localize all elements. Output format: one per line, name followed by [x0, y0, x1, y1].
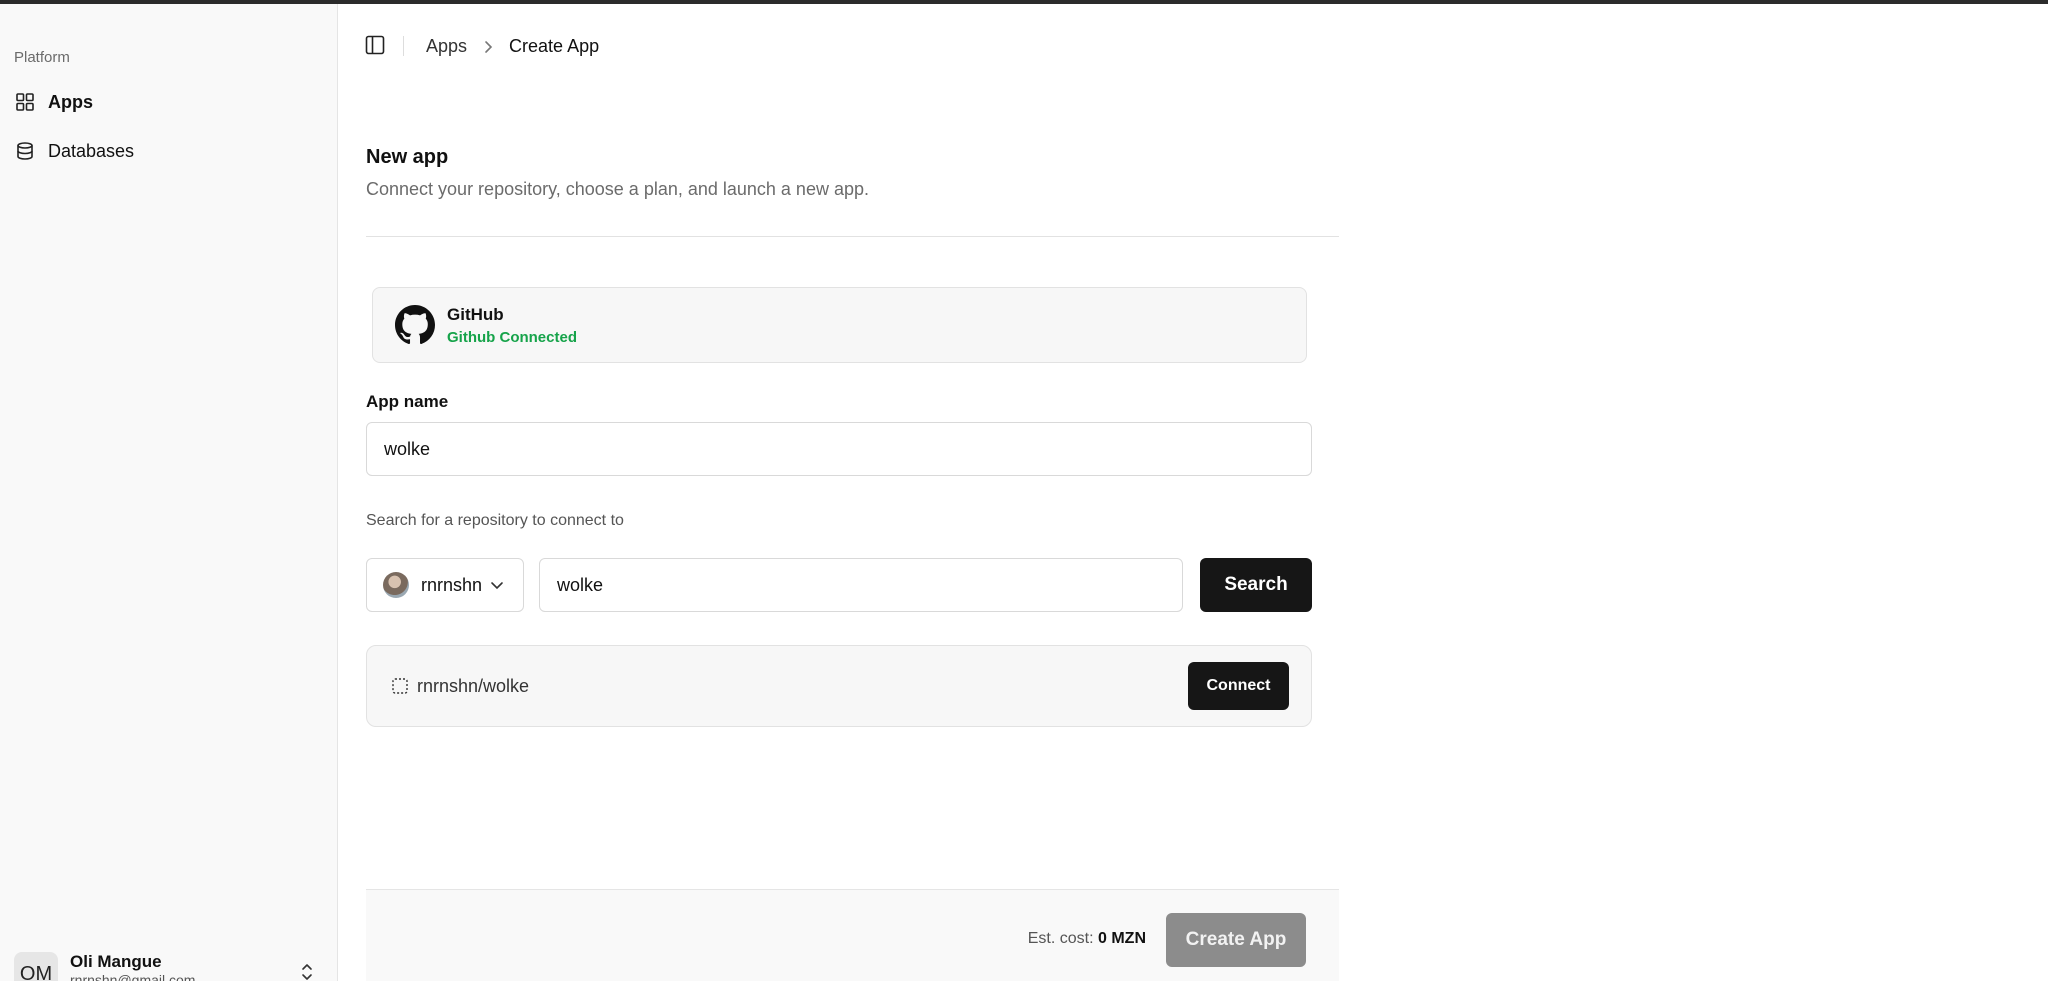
user-email: rnrnshn@gmail.com [70, 972, 196, 981]
header-divider [403, 36, 404, 56]
owner-select-value: rnrnshn [421, 574, 483, 595]
owner-avatar [383, 572, 409, 598]
github-label: GitHub [447, 304, 504, 324]
breadcrumb-current: Create App [509, 36, 600, 56]
page-subtitle: Connect your repository, choose a plan, … [366, 179, 869, 199]
chevron-right-icon [483, 40, 493, 54]
breadcrumb-apps[interactable]: Apps [426, 36, 467, 57]
search-button[interactable]: Search [1200, 558, 1312, 612]
sidebar: Platform Apps Databases OM Oli Mangue rn… [0, 4, 338, 981]
user-menu[interactable]: OM Oli Mangue rnrnshn@gmail.com [14, 948, 324, 981]
cost-value: 0 MZN [1098, 930, 1146, 947]
github-icon [395, 305, 435, 345]
github-connection-card: GitHub Github Connected [372, 287, 1307, 363]
sidebar-section-label: Platform [14, 49, 70, 66]
repo-result-row: rnrnshn/wolke Connect [366, 645, 1312, 727]
repo-search-input[interactable] [539, 558, 1183, 612]
user-name: Oli Mangue [70, 952, 162, 971]
sidebar-item-apps[interactable]: Apps [14, 85, 324, 119]
repository-icon [391, 677, 409, 695]
section-divider [366, 236, 1339, 237]
app-name-label: App name [366, 392, 449, 411]
database-icon [14, 140, 36, 162]
estimated-cost: Est. cost: 0 MZN [1028, 930, 1146, 948]
page-title: New app [366, 146, 449, 168]
create-app-button[interactable]: Create App [1166, 913, 1306, 967]
breadcrumb: Apps Create App [426, 36, 599, 57]
sidebar-item-label: Databases [48, 140, 135, 161]
owner-select[interactable]: rnrnshn [366, 558, 524, 612]
repo-name: rnrnshn/wolke [417, 675, 530, 696]
chevron-down-icon [490, 580, 504, 590]
repo-search-hint: Search for a repository to connect to [366, 512, 624, 529]
sidebar-toggle-icon[interactable] [364, 34, 388, 58]
connect-button[interactable]: Connect [1188, 662, 1289, 710]
grid-icon [14, 91, 36, 113]
sidebar-item-label: Apps [48, 91, 93, 112]
page-header: Apps Create App [339, 4, 2048, 88]
create-app-form: New app Connect your repository, choose … [366, 146, 1339, 727]
avatar: OM [14, 952, 58, 981]
sidebar-item-databases[interactable]: Databases [14, 134, 324, 168]
app-name-input[interactable] [366, 422, 1312, 476]
form-footer: Est. cost: 0 MZN Create App [366, 889, 1339, 981]
chevrons-up-down-icon[interactable] [300, 962, 314, 981]
github-status: Github Connected [447, 328, 577, 346]
cost-label: Est. cost: [1027, 930, 1094, 947]
